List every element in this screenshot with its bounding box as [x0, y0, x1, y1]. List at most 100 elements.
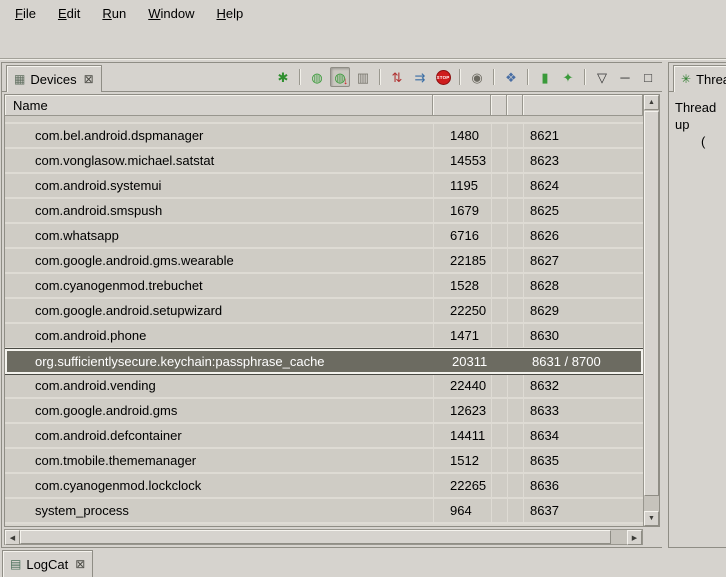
toolbar-separator: [584, 69, 586, 85]
debug-process-icon[interactable]: ✱: [273, 67, 293, 87]
view-menu-icon[interactable]: ▽: [592, 67, 612, 87]
stop-label: STOP: [437, 75, 450, 80]
cell-process-name: com.cyanogenmod.lockclock: [5, 474, 433, 497]
cell-pid: 22250: [433, 299, 491, 322]
table-row[interactable]: com.vonglasow.michael.satstat 14553 8623: [5, 149, 643, 174]
device-process-table: Name com.bel.android.dspmanager 1480 862…: [4, 94, 660, 527]
close-icon[interactable]: ⊠: [75, 557, 85, 571]
cell-heap-indicator: [491, 274, 507, 297]
menu-edit[interactable]: Edit: [55, 5, 83, 22]
column-header-name-label: Name: [13, 98, 48, 113]
table-row[interactable]: com.tmobile.thememanager 1512 8635: [5, 449, 643, 474]
cell-pid: 964: [433, 499, 491, 522]
toolbar-separator: [493, 69, 495, 85]
tab-logcat-label: LogCat: [26, 557, 68, 572]
table-row[interactable]: com.google.android.gms 12623 8633: [5, 399, 643, 424]
scroll-down-button[interactable]: ▼: [644, 511, 659, 526]
horizontal-scrollbar-thumb[interactable]: [20, 530, 611, 544]
threads-tab-row: ✳ Threads: [669, 63, 726, 92]
menu-window[interactable]: Window: [145, 5, 197, 22]
table-row[interactable]: com.android.defcontainer 14411 8634: [5, 424, 643, 449]
bottom-tab-strip: ▤ LogCat ⊠: [0, 548, 726, 577]
table-row[interactable]: com.android.systemui 1195 8624: [5, 174, 643, 199]
cell-thread-indicator: [509, 351, 525, 372]
toolbar-separator-line: [0, 58, 726, 60]
cell-pid: 22185: [433, 249, 491, 272]
tab-devices[interactable]: ▦ Devices ⊠: [6, 65, 102, 92]
scroll-up-button[interactable]: ▲: [644, 95, 659, 110]
cell-process-name: com.android.defcontainer: [5, 424, 433, 447]
column-header-port[interactable]: [523, 95, 643, 116]
cell-pid: 1471: [433, 324, 491, 347]
table-row[interactable]: com.cyanogenmod.trebuchet 1528 8628: [5, 274, 643, 299]
cell-pid: 6716: [433, 224, 491, 247]
opengl-trace-icon[interactable]: ✦: [558, 67, 578, 87]
table-row[interactable]: system_process 964 8637: [5, 499, 643, 524]
dump-hprof-icon[interactable]: ◍↓: [330, 67, 350, 87]
cell-heap-indicator: [493, 351, 509, 372]
cell-process-name: system_process: [5, 499, 433, 522]
cell-heap-indicator: [491, 124, 507, 147]
cell-thread-indicator: [507, 424, 523, 447]
column-header-name[interactable]: Name: [5, 95, 433, 116]
update-threads-icon[interactable]: ⇅: [387, 67, 407, 87]
table-row[interactable]: com.whatsapp 6716 8626: [5, 224, 643, 249]
cell-heap-indicator: [491, 474, 507, 497]
horizontal-scrollbar[interactable]: ◀ ▶: [4, 529, 643, 545]
table-row[interactable]: com.google.android.setupwizard 22250 862…: [5, 299, 643, 324]
menubar: File Edit Run Window Help: [0, 0, 726, 26]
cell-port: 8621: [523, 124, 643, 147]
screen-capture-icon[interactable]: ◉: [467, 67, 487, 87]
threads-message-line1: Thread up: [675, 99, 726, 133]
cell-process-name: com.android.systemui: [5, 174, 433, 197]
menu-run[interactable]: Run: [99, 5, 129, 22]
partial-row: [5, 116, 643, 124]
menu-file[interactable]: File: [12, 5, 39, 22]
column-header-threads[interactable]: [507, 95, 523, 116]
dump-view-hierarchy-icon[interactable]: ❖: [501, 67, 521, 87]
menu-help[interactable]: Help: [213, 5, 246, 22]
cell-heap-indicator: [491, 424, 507, 447]
maximize-icon[interactable]: □: [638, 67, 658, 87]
cell-pid: 22265: [433, 474, 491, 497]
cell-port: 8634: [523, 424, 643, 447]
cell-pid: 22440: [433, 374, 491, 397]
table-row[interactable]: com.bel.android.dspmanager 1480 8621: [5, 124, 643, 149]
cell-process-name: com.android.smspush: [5, 199, 433, 222]
cell-thread-indicator: [507, 299, 523, 322]
scroll-left-button[interactable]: ◀: [5, 530, 20, 545]
table-row[interactable]: com.android.phone 1471 8630: [5, 324, 643, 349]
threads-message-line2: (: [701, 133, 726, 150]
column-header-heap[interactable]: [491, 95, 507, 116]
table-row[interactable]: com.android.vending 22440 8632: [5, 374, 643, 399]
tab-logcat[interactable]: ▤ LogCat ⊠: [2, 550, 93, 577]
capture-systrace-icon[interactable]: ▮: [535, 67, 555, 87]
cell-pid: 14411: [433, 424, 491, 447]
column-header-pid[interactable]: [433, 95, 491, 116]
stop-process-icon[interactable]: STOP: [433, 67, 453, 87]
minimize-icon[interactable]: ─: [615, 67, 635, 87]
table-row[interactable]: org.sufficientlysecure.keychain:passphra…: [5, 349, 643, 374]
method-profiling-icon[interactable]: ⇉: [410, 67, 430, 87]
cell-thread-indicator: [507, 449, 523, 472]
scroll-right-button[interactable]: ▶: [627, 530, 642, 545]
threads-message: Thread up (: [675, 99, 726, 150]
cell-process-name: com.vonglasow.michael.satstat: [5, 149, 433, 172]
close-icon[interactable]: ⊠: [84, 72, 94, 86]
cell-process-name: com.android.phone: [5, 324, 433, 347]
cell-thread-indicator: [507, 249, 523, 272]
vertical-scrollbar[interactable]: ▲ ▼: [643, 95, 659, 526]
table-row[interactable]: com.cyanogenmod.lockclock 22265 8636: [5, 474, 643, 499]
cell-heap-indicator: [491, 374, 507, 397]
vertical-scrollbar-thumb[interactable]: [644, 111, 659, 496]
cell-port: 8626: [523, 224, 643, 247]
tab-threads[interactable]: ✳ Threads: [673, 65, 726, 92]
cause-gc-icon[interactable]: ▥: [353, 67, 373, 87]
table-row[interactable]: com.google.android.gms.wearable 22185 86…: [5, 249, 643, 274]
cell-port: 8627: [523, 249, 643, 272]
update-heap-icon[interactable]: ◍: [307, 67, 327, 87]
toolbar-separator: [299, 69, 301, 85]
threads-panel: ✳ Threads Thread up (: [668, 62, 726, 548]
cell-pid: 1480: [433, 124, 491, 147]
table-row[interactable]: com.android.smspush 1679 8625: [5, 199, 643, 224]
